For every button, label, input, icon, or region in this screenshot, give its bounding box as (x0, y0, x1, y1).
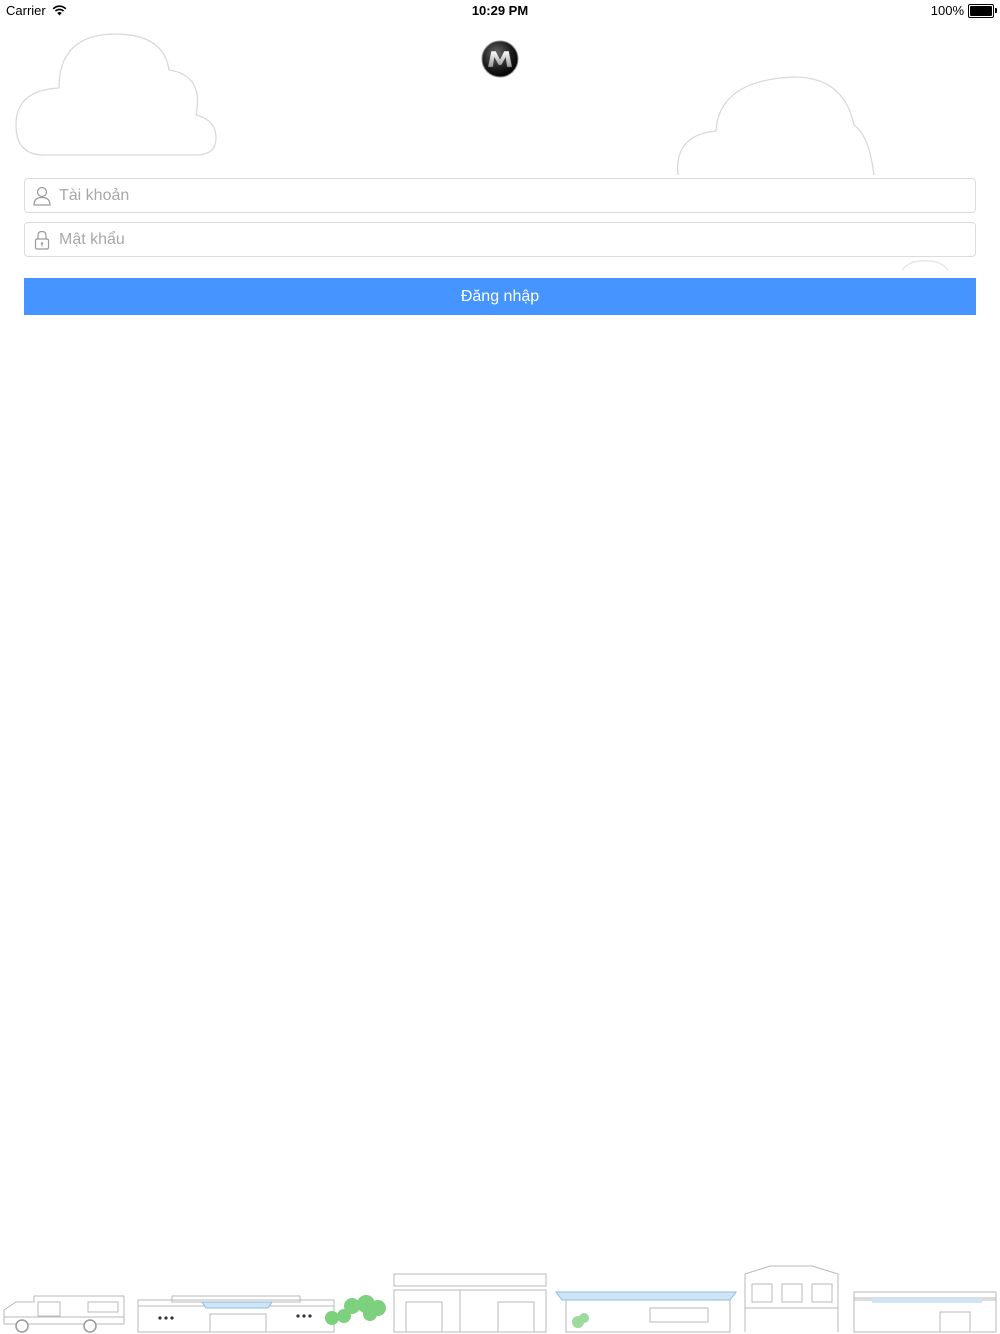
cloud-fragment-decoration (901, 260, 949, 271)
login-button[interactable]: Đăng nhập (24, 278, 976, 315)
password-input[interactable] (59, 223, 975, 256)
battery-icon (968, 3, 997, 18)
cloud-left-decoration (15, 33, 217, 156)
user-icon (25, 179, 59, 212)
cityscape-illustration (3, 1265, 997, 1333)
status-time: 10:29 PM (471, 3, 529, 18)
app-logo (481, 40, 519, 78)
lock-icon (25, 223, 59, 256)
username-field[interactable] (24, 178, 976, 213)
username-input[interactable] (59, 179, 975, 212)
password-field[interactable] (24, 222, 976, 257)
battery-group: 100% (930, 3, 997, 18)
battery-percent: 100% (930, 3, 964, 18)
status-bar: Carrier 10:29 PM 100% (0, 0, 1000, 22)
login-screen: Carrier 10:29 PM 100% Tài khoản Đăng nhậ… (0, 0, 1000, 1334)
cloud-right-decoration (677, 76, 875, 175)
